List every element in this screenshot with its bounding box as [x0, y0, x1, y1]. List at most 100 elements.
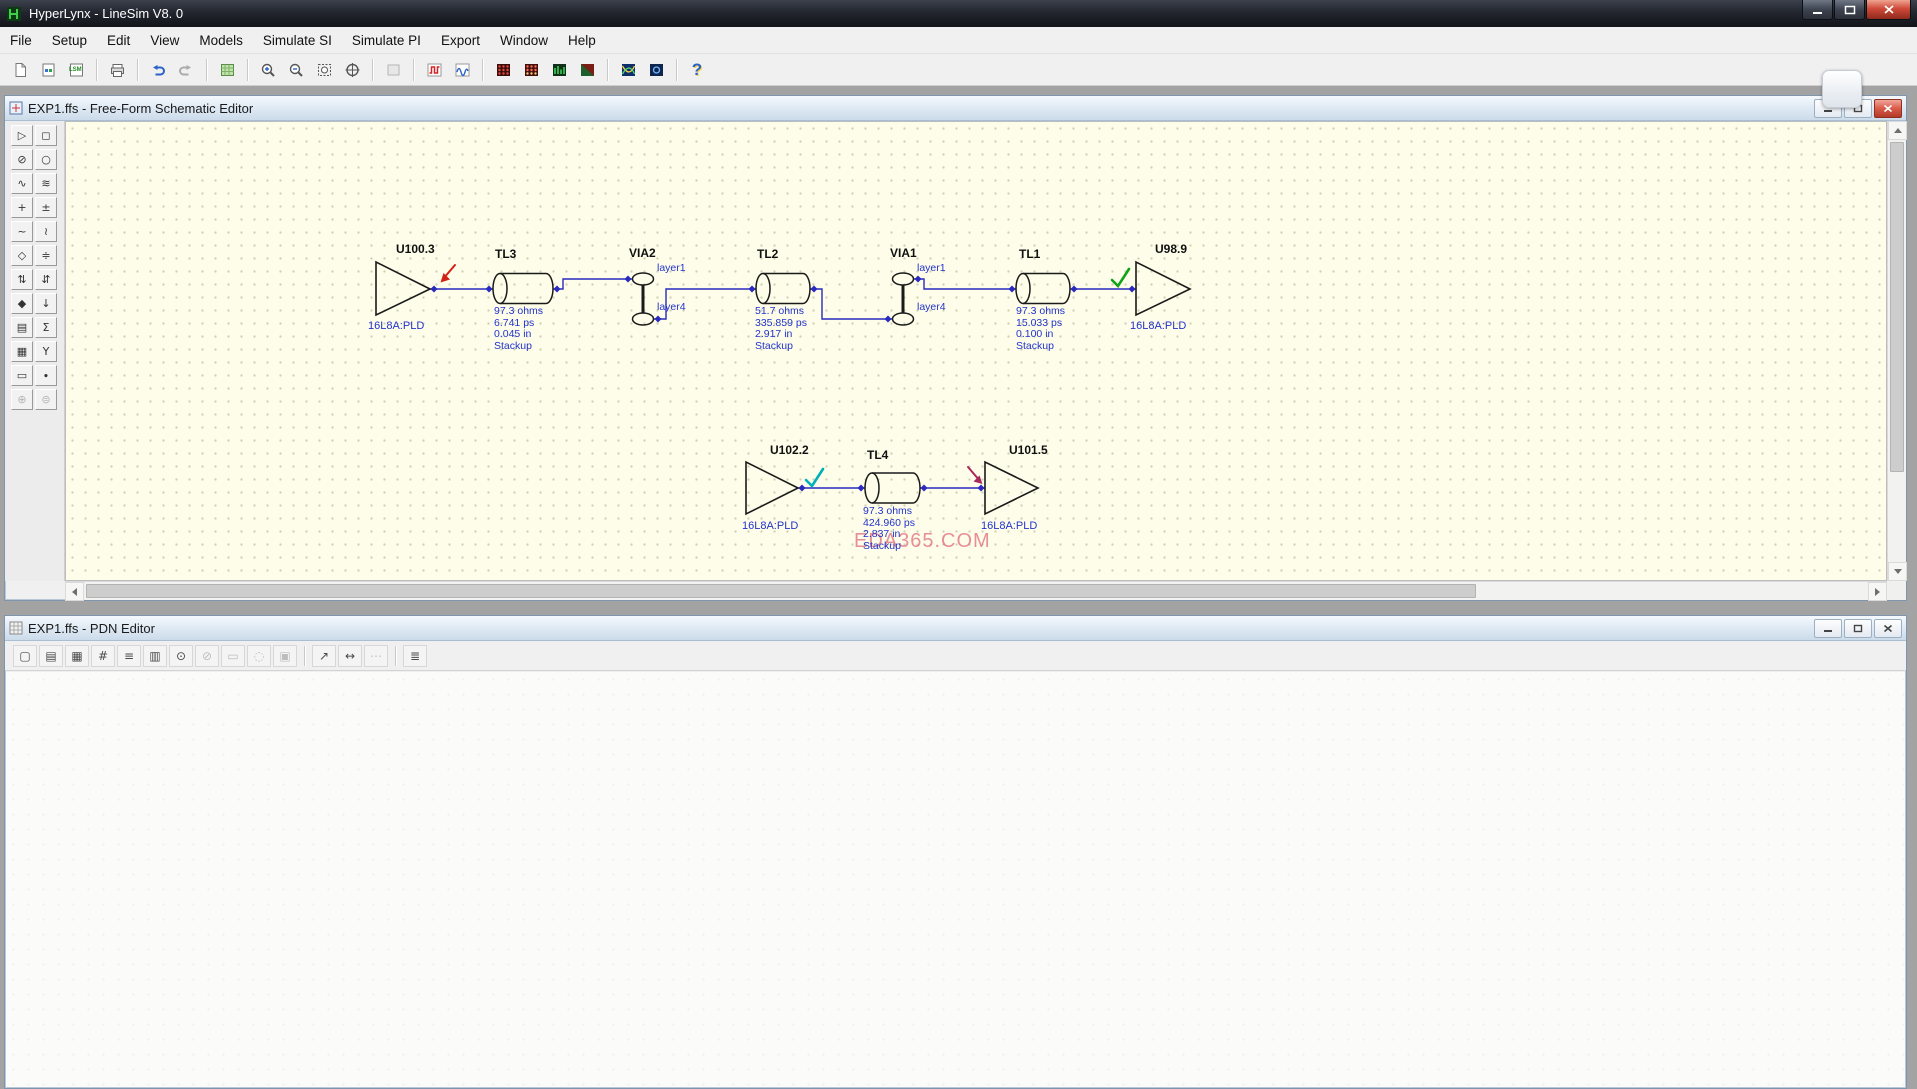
menu-simulate-si[interactable]: Simulate SI [253, 28, 342, 53]
probe-tool[interactable]: Y [35, 341, 57, 362]
layer-tool[interactable]: ▣ [273, 644, 297, 667]
zoom-out-button[interactable] [282, 57, 310, 83]
minimize-button[interactable] [1802, 0, 1833, 20]
scroll-left-button[interactable] [65, 582, 84, 601]
eye-diagram-button[interactable] [614, 57, 642, 83]
menu-setup[interactable]: Setup [42, 28, 97, 53]
menu-export[interactable]: Export [431, 28, 490, 53]
schematic-vertical-scrollbar[interactable] [1887, 121, 1907, 581]
plane-tool[interactable]: # [91, 644, 115, 667]
schematic-horizontal-scrollbar[interactable] [65, 581, 1887, 601]
menu-file[interactable]: File [0, 28, 42, 53]
scroll-right-button[interactable] [1868, 582, 1887, 601]
disconnect-tool[interactable]: ⊘ [11, 149, 33, 170]
diamond-tool[interactable]: ◆ [11, 293, 33, 314]
more-tool[interactable]: ⋯ [364, 644, 388, 667]
via-VIA1[interactable] [891, 272, 915, 326]
eye-mask-button[interactable] [642, 57, 670, 83]
ground-tool[interactable]: ⊜ [35, 389, 57, 410]
open-button[interactable] [34, 57, 62, 83]
schematic-canvas[interactable]: EDA365.COM U100.3 16L8A:PLD U98.9 16L8A:… [65, 121, 1887, 581]
help-button[interactable]: ? [683, 57, 711, 83]
buffer-U102-2[interactable] [745, 460, 800, 516]
coupled-line-tool[interactable]: ≋ [35, 173, 57, 194]
grid-tool[interactable]: ▦ [11, 341, 33, 362]
pdn-window-titlebar[interactable]: EXP1.ffs - PDN Editor [5, 616, 1906, 641]
zoom-fit-button[interactable] [310, 57, 338, 83]
grid-tool[interactable]: ▦ [65, 644, 89, 667]
via-tool[interactable]: ◇ [11, 245, 33, 266]
spectrum-button[interactable] [448, 57, 476, 83]
rect-tool[interactable]: ▭ [221, 644, 245, 667]
measure-tool[interactable]: ↔ [338, 644, 362, 667]
pdn-maximize-button[interactable] [1844, 619, 1872, 638]
ic-tool[interactable]: ▤ [11, 317, 33, 338]
save-lsm-button[interactable]: LSM [62, 57, 90, 83]
stackup-editor-button[interactable] [573, 57, 601, 83]
redo-button[interactable] [172, 57, 200, 83]
oscilloscope-button[interactable] [420, 57, 448, 83]
options-button[interactable] [379, 57, 407, 83]
schematic-window-titlebar[interactable]: EXP1.ffs - Free-Form Schematic Editor [5, 96, 1906, 121]
tline-TL3[interactable] [492, 272, 554, 305]
tline-tool[interactable]: ∿ [11, 173, 33, 194]
bars-tool[interactable]: ▥ [143, 644, 167, 667]
area-select-tool[interactable]: ▢ [13, 644, 37, 667]
tline-TL2[interactable] [755, 272, 811, 305]
swap-tool[interactable]: ⇅ [11, 269, 33, 290]
buffer-U101-5[interactable] [984, 460, 1040, 516]
line-probe-tool[interactable]: ↗ [312, 644, 336, 667]
bert-scan2-button[interactable] [517, 57, 545, 83]
transfer-tool[interactable]: ⇵ [35, 269, 57, 290]
scroll-up-button[interactable] [1888, 121, 1907, 140]
tline-TL1[interactable] [1015, 272, 1071, 305]
probe-a-tool[interactable]: ⊙ [169, 644, 193, 667]
schematic-close-button[interactable] [1874, 99, 1902, 118]
tline-TL4[interactable] [864, 472, 921, 504]
stackup-tool[interactable]: ≑ [35, 245, 57, 266]
menu-help[interactable]: Help [558, 28, 606, 53]
ac-source-tool[interactable]: ~ [11, 221, 33, 242]
new-button[interactable] [6, 57, 34, 83]
maximize-button[interactable] [1834, 0, 1865, 20]
menu-simulate-pi[interactable]: Simulate PI [342, 28, 431, 53]
plane2-tool[interactable]: ≡ [117, 644, 141, 667]
print-button[interactable] [103, 57, 131, 83]
cross-tool[interactable]: ± [35, 197, 57, 218]
bert-scan-button[interactable] [489, 57, 517, 83]
pdn-minimize-button[interactable] [1814, 619, 1842, 638]
add-node-tool[interactable]: + [11, 197, 33, 218]
sum-tool[interactable]: Σ [35, 317, 57, 338]
page-tool[interactable]: ▤ [39, 644, 63, 667]
zoom-in-button[interactable] [254, 57, 282, 83]
pdn-close-button[interactable] [1874, 619, 1902, 638]
squiggle-tool[interactable]: ≀ [35, 221, 57, 242]
pan-center-button[interactable] [338, 57, 366, 83]
pdn-canvas[interactable] [6, 672, 1905, 1087]
wire-tool[interactable]: ▷ [11, 125, 33, 146]
via-VIA2[interactable] [631, 272, 655, 326]
board-view-button[interactable] [213, 57, 241, 83]
circle-tool[interactable]: ◌ [247, 644, 271, 667]
toolbar-separator [482, 58, 483, 81]
select-tool[interactable]: ◻ [35, 125, 57, 146]
power-tool[interactable]: ⊕ [11, 389, 33, 410]
down-tool[interactable]: ↓ [35, 293, 57, 314]
menu-view[interactable]: View [140, 28, 189, 53]
close-button[interactable] [1866, 0, 1911, 20]
menu-edit[interactable]: Edit [97, 28, 140, 53]
pin-tool[interactable]: ○ [35, 149, 57, 170]
vertical-scroll-thumb[interactable] [1890, 142, 1904, 472]
dot-tool[interactable]: ∙ [35, 365, 57, 386]
results-button[interactable] [545, 57, 573, 83]
buffer-U100-3[interactable] [375, 260, 432, 317]
horizontal-scroll-thumb[interactable] [86, 584, 1476, 598]
buffer-U98-9[interactable] [1135, 260, 1192, 317]
menu-window[interactable]: Window [490, 28, 558, 53]
undo-button[interactable] [144, 57, 172, 83]
resistor-tool[interactable]: ▭ [11, 365, 33, 386]
menu-models[interactable]: Models [189, 28, 253, 53]
scroll-down-button[interactable] [1888, 562, 1907, 581]
probe-b-tool[interactable]: ⊘ [195, 644, 219, 667]
print-tool[interactable]: ≣ [403, 644, 427, 667]
